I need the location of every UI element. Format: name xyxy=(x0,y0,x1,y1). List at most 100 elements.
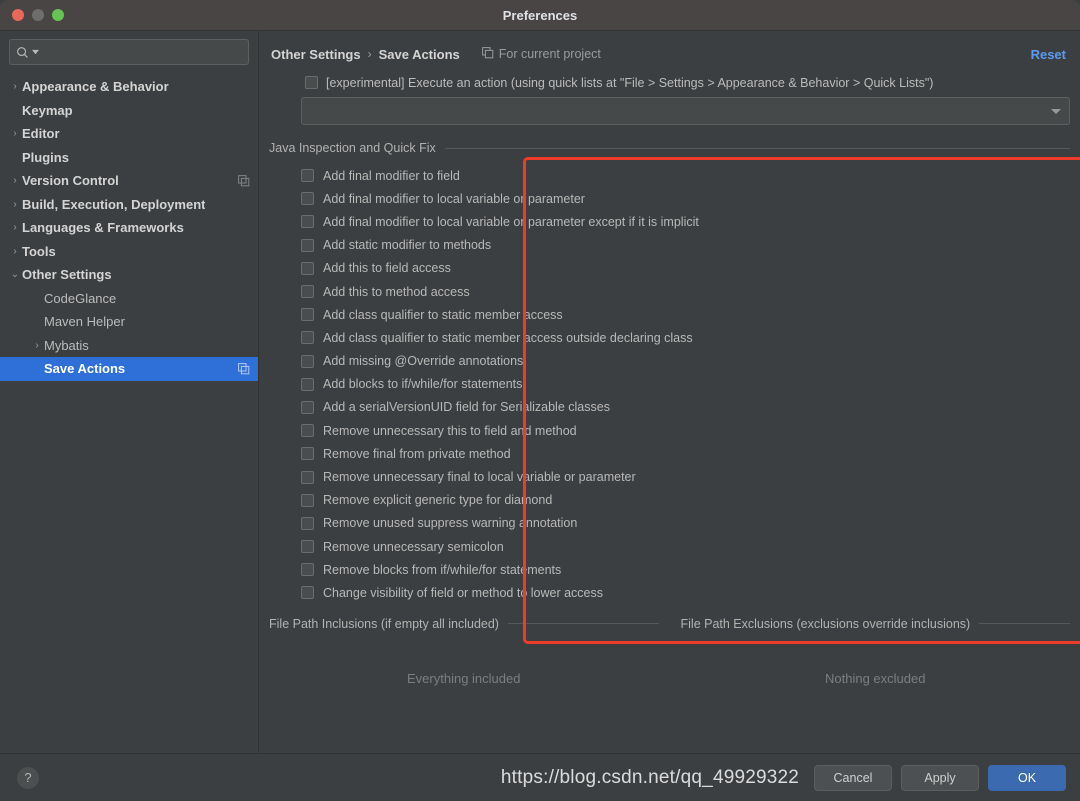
cancel-button[interactable]: Cancel xyxy=(814,764,892,791)
sidebar-item-other-settings[interactable]: ⌄ Other Settings xyxy=(0,263,258,287)
sidebar-item-languages-frameworks[interactable]: › Languages & Frameworks xyxy=(0,216,258,240)
sidebar-item-appearance-behavior[interactable]: › Appearance & Behavior xyxy=(0,75,258,99)
sidebar-item-build-execution-deployment[interactable]: › Build, Execution, Deployment xyxy=(0,193,258,217)
ok-button[interactable]: OK xyxy=(988,764,1066,791)
inspection-option-checkbox[interactable] xyxy=(301,493,314,507)
inspection-option-label: Remove unnecessary this to field and met… xyxy=(323,423,577,438)
inspection-option-row[interactable]: Remove explicit generic type for diamond xyxy=(301,489,1070,512)
inspection-option-row[interactable]: Add class qualifier to static member acc… xyxy=(301,326,1070,349)
inspection-option-row[interactable]: Add final modifier to local variable or … xyxy=(301,210,1070,233)
experimental-action-label: [experimental] Execute an action (using … xyxy=(326,76,934,90)
inspection-option-checkbox[interactable] xyxy=(301,238,314,252)
sidebar-item-keymap[interactable]: Keymap xyxy=(0,99,258,123)
inclusions-title-label: File Path Inclusions (if empty all inclu… xyxy=(269,616,499,631)
inspection-option-row[interactable]: Add this to method access xyxy=(301,280,1070,303)
inspection-option-row[interactable]: Remove unnecessary final to local variab… xyxy=(301,465,1070,488)
inspection-option-checkbox[interactable] xyxy=(301,215,314,229)
exclusions-empty-state[interactable]: Nothing excluded xyxy=(681,631,1071,727)
breadcrumb-separator-icon: › xyxy=(367,47,372,61)
inspection-option-checkbox[interactable] xyxy=(301,331,314,345)
chevron-right-icon[interactable]: › xyxy=(8,246,22,257)
minimize-icon[interactable] xyxy=(32,9,44,21)
copy-icon xyxy=(481,46,494,62)
inspection-option-checkbox[interactable] xyxy=(301,540,314,554)
inspection-option-row[interactable]: Change visibility of field or method to … xyxy=(301,581,1070,604)
chevron-right-icon[interactable]: › xyxy=(8,222,22,233)
inspection-option-checkbox[interactable] xyxy=(301,563,314,577)
inspection-option-label: Add class qualifier to static member acc… xyxy=(323,307,563,322)
inspection-option-label: Add this to field access xyxy=(323,261,451,276)
sidebar-item-editor[interactable]: › Editor xyxy=(0,122,258,146)
inspection-option-checkbox[interactable] xyxy=(301,424,314,438)
help-button[interactable]: ? xyxy=(17,766,39,789)
inspection-option-checkbox[interactable] xyxy=(301,308,314,322)
for-current-project: For current project xyxy=(481,46,601,62)
inspection-option-checkbox[interactable] xyxy=(301,377,314,391)
inspection-option-row[interactable]: Remove unused suppress warning annotatio… xyxy=(301,512,1070,535)
copy-icon xyxy=(238,362,250,375)
experimental-action-row[interactable]: [experimental] Execute an action (using … xyxy=(259,68,1080,90)
inspection-option-row[interactable]: Remove final from private method xyxy=(301,442,1070,465)
sidebar-item-save-actions[interactable]: Save Actions xyxy=(0,357,258,381)
sidebar-item-mybatis[interactable]: › Mybatis xyxy=(0,334,258,358)
zoom-icon[interactable] xyxy=(52,9,64,21)
inspection-option-row[interactable]: Add class qualifier to static member acc… xyxy=(301,303,1070,326)
inclusions-empty-state[interactable]: Everything included xyxy=(269,631,659,727)
inspection-option-checkbox[interactable] xyxy=(301,400,314,414)
chevron-down-icon xyxy=(1051,108,1061,114)
inclusions-title: File Path Inclusions (if empty all inclu… xyxy=(269,617,659,631)
inspection-option-checkbox[interactable] xyxy=(301,192,314,206)
inspection-option-checkbox[interactable] xyxy=(301,261,314,275)
sidebar-item-version-control[interactable]: › Version Control xyxy=(0,169,258,193)
experimental-action-checkbox[interactable] xyxy=(305,76,318,89)
inspection-option-row[interactable]: Add missing @Override annotations xyxy=(301,350,1070,373)
sidebar-item-tools[interactable]: › Tools xyxy=(0,240,258,264)
chevron-right-icon[interactable]: › xyxy=(8,199,22,210)
inspection-option-row[interactable]: Add final modifier to local variable or … xyxy=(301,187,1070,210)
close-icon[interactable] xyxy=(12,9,24,21)
inspection-option-checkbox[interactable] xyxy=(301,470,314,484)
sidebar-item-label: Mybatis xyxy=(44,337,89,353)
inspection-option-label: Remove explicit generic type for diamond xyxy=(323,493,553,508)
inspection-option-row[interactable]: Add this to field access xyxy=(301,257,1070,280)
breadcrumb-parent[interactable]: Other Settings xyxy=(271,47,361,62)
sidebar-item-label: Version Control xyxy=(22,173,119,189)
inspection-option-row[interactable]: Add final modifier to field xyxy=(301,164,1070,187)
sidebar-item-codeglance[interactable]: CodeGlance xyxy=(0,287,258,311)
window-content: › Appearance & Behavior Keymap › Editor Plugi… xyxy=(0,31,1080,753)
sidebar-item-plugins[interactable]: Plugins xyxy=(0,146,258,170)
inspection-option-checkbox[interactable] xyxy=(301,586,314,600)
inspection-option-label: Add class qualifier to static member acc… xyxy=(323,330,693,345)
search-dropdown-icon[interactable] xyxy=(32,49,39,56)
inspection-option-label: Remove unnecessary final to local variab… xyxy=(323,470,636,485)
chevron-right-icon[interactable]: › xyxy=(8,81,22,92)
exclusions-empty-label: Nothing excluded xyxy=(825,671,926,687)
chevron-right-icon[interactable]: › xyxy=(30,340,44,351)
inspection-option-row[interactable]: Add blocks to if/while/for statements xyxy=(301,373,1070,396)
chevron-right-icon[interactable]: › xyxy=(8,175,22,186)
inspection-option-checkbox[interactable] xyxy=(301,354,314,368)
inspection-option-checkbox[interactable] xyxy=(301,447,314,461)
chevron-right-icon[interactable]: › xyxy=(8,128,22,139)
inspection-option-row[interactable]: Remove unnecessary this to field and met… xyxy=(301,419,1070,442)
search-box[interactable] xyxy=(9,39,249,65)
chevron-down-icon[interactable]: ⌄ xyxy=(8,269,22,280)
sidebar-item-label: CodeGlance xyxy=(44,290,117,306)
reset-link[interactable]: Reset xyxy=(1031,47,1066,62)
quick-list-action-combo[interactable] xyxy=(301,97,1070,125)
inspection-option-checkbox[interactable] xyxy=(301,285,314,299)
inspection-option-checkbox[interactable] xyxy=(301,516,314,530)
breadcrumb-current: Save Actions xyxy=(378,46,460,62)
inspection-option-row[interactable]: Add a serialVersionUID field for Seriali… xyxy=(301,396,1070,419)
inspection-option-checkbox[interactable] xyxy=(301,169,314,183)
inspection-option-label: Remove final from private method xyxy=(323,446,511,461)
apply-button[interactable]: Apply xyxy=(901,764,979,791)
search-input[interactable] xyxy=(42,42,242,62)
inspection-option-row[interactable]: Remove unnecessary semicolon xyxy=(301,535,1070,558)
sidebar-item-label: Build, Execution, Deployment xyxy=(22,196,206,212)
inspection-option-row[interactable]: Remove blocks from if/while/for statemen… xyxy=(301,558,1070,581)
java-inspection-group: Java Inspection and Quick Fix Add final … xyxy=(269,141,1070,605)
search-icon xyxy=(16,46,29,59)
sidebar-item-maven-helper[interactable]: Maven Helper xyxy=(0,310,258,334)
inspection-option-row[interactable]: Add static modifier to methods xyxy=(301,234,1070,257)
